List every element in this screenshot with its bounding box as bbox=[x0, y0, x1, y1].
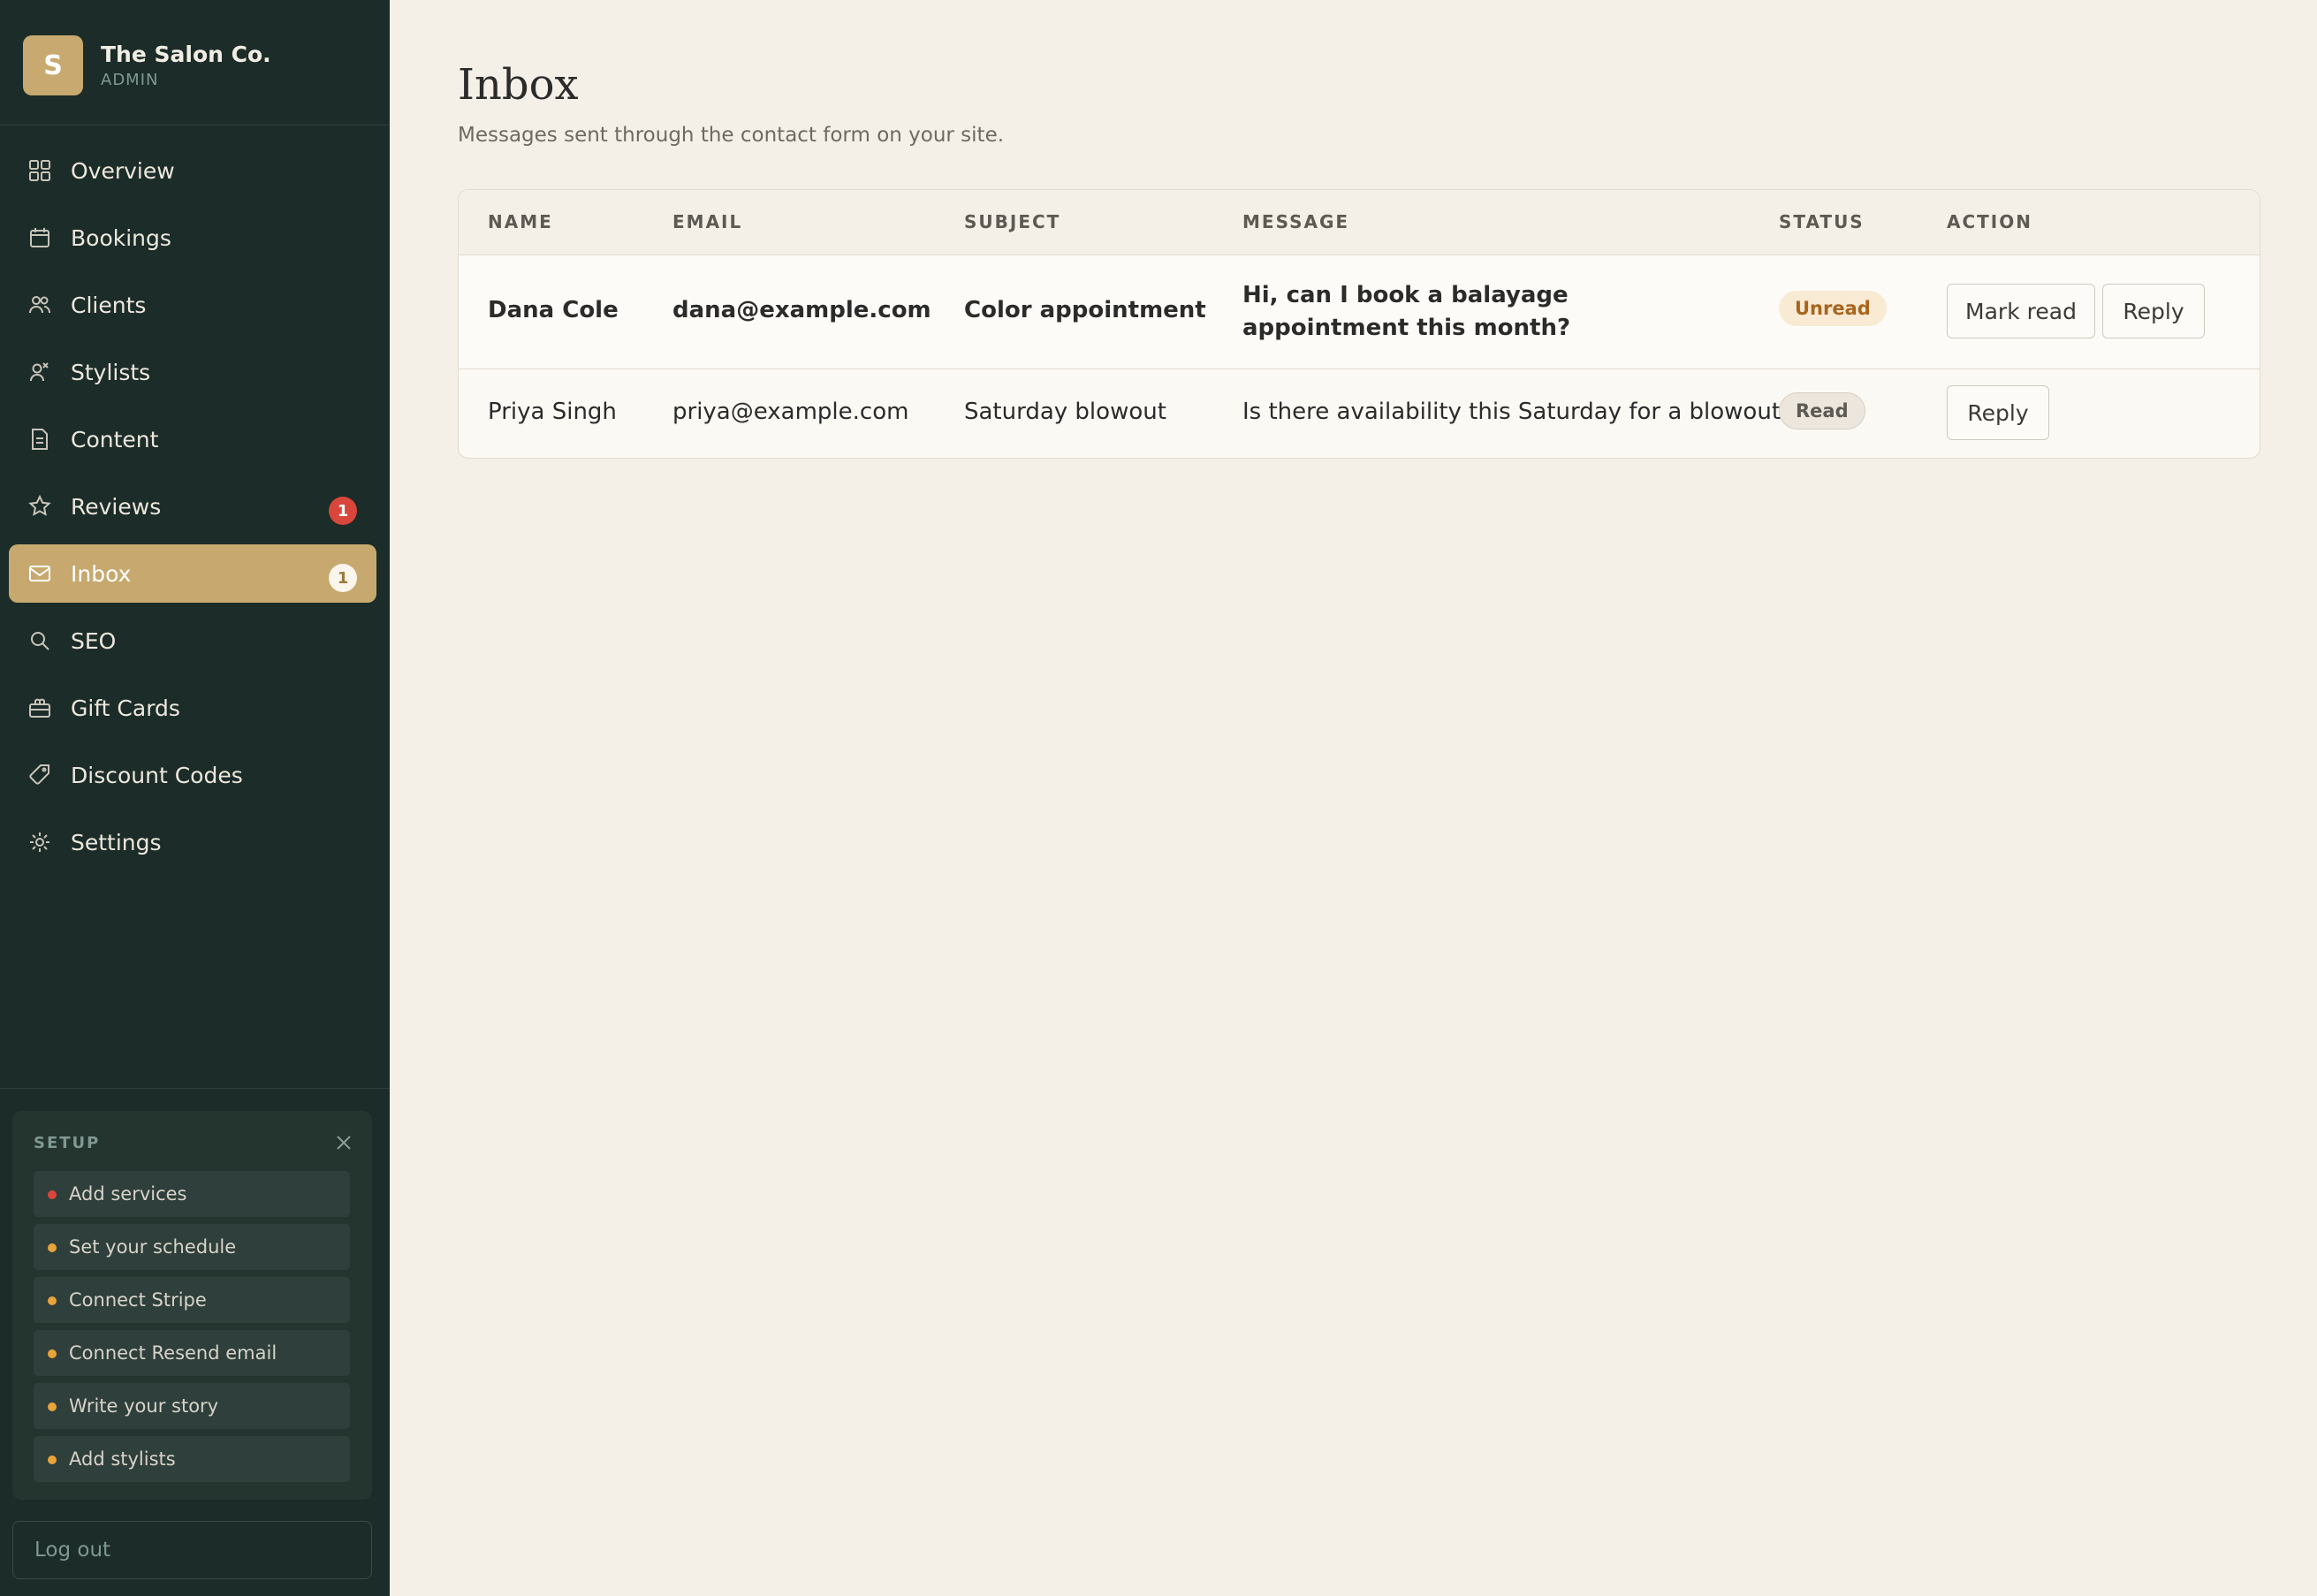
sidebar-item-content[interactable]: Content bbox=[9, 410, 376, 468]
grid-icon bbox=[29, 160, 50, 181]
brand: S The Salon Co. ADMIN bbox=[23, 35, 271, 95]
sidebar-item-settings[interactable]: Settings bbox=[9, 813, 376, 871]
setup-item-connect-stripe[interactable]: Connect Stripe bbox=[34, 1277, 350, 1323]
reply-button[interactable]: Reply bbox=[2102, 284, 2205, 338]
column-header-name: NAME bbox=[488, 211, 553, 232]
sidebar-divider bbox=[0, 1088, 390, 1089]
document-icon bbox=[32, 429, 48, 450]
sidebar-item-bookings[interactable]: Bookings bbox=[9, 209, 376, 267]
search-icon bbox=[31, 632, 49, 650]
sidebar-item-overview[interactable]: Overview bbox=[9, 141, 376, 200]
setup-title: SETUP bbox=[34, 1134, 101, 1152]
sidebar-item-stylists[interactable]: Stylists bbox=[9, 343, 376, 401]
status-dot bbox=[48, 1402, 57, 1411]
star-icon bbox=[28, 495, 51, 516]
sidebar: S The Salon Co. ADMIN Overview Bookings … bbox=[0, 0, 390, 1596]
setup-item-add-stylists[interactable]: Add stylists bbox=[34, 1436, 350, 1482]
sidebar-item-gift-cards[interactable]: Gift Cards bbox=[9, 679, 376, 737]
setup-item-write-story[interactable]: Write your story bbox=[34, 1383, 350, 1429]
gear-icon bbox=[30, 832, 49, 852]
reply-button[interactable]: Reply bbox=[1947, 385, 2049, 440]
sidebar-item-label: Inbox bbox=[71, 560, 132, 587]
setup-checklist: SETUP Add services Set your schedule Con… bbox=[12, 1111, 372, 1500]
sidebar-item-reviews[interactable]: Reviews 1 bbox=[9, 477, 376, 536]
column-header-email: EMAIL bbox=[672, 211, 743, 232]
sidebar-item-label: Reviews bbox=[71, 493, 162, 520]
sidebar-item-label: Content bbox=[71, 426, 159, 452]
sender-name: Priya Singh bbox=[488, 399, 617, 425]
sidebar-item-label: Stylists bbox=[71, 359, 151, 385]
sidebar-item-clients[interactable]: Clients bbox=[9, 276, 376, 334]
status-badge-read: Read bbox=[1779, 392, 1865, 429]
sidebar-item-label: Gift Cards bbox=[71, 695, 180, 721]
brand-logo: S bbox=[23, 35, 83, 95]
sidebar-item-label: SEO bbox=[71, 627, 117, 654]
sender-email: dana@example.com bbox=[672, 297, 931, 323]
column-header-action: ACTION bbox=[1947, 211, 2032, 232]
setup-item-set-schedule[interactable]: Set your schedule bbox=[34, 1224, 350, 1270]
sender-email: priya@example.com bbox=[672, 399, 909, 425]
page-title: Inbox bbox=[458, 60, 579, 110]
mail-icon bbox=[29, 566, 50, 581]
gift-icon bbox=[29, 698, 50, 718]
column-header-message: MESSAGE bbox=[1242, 211, 1350, 232]
message-body: Is there availability this Saturday for … bbox=[1242, 399, 1793, 425]
sidebar-nav: Overview Bookings Clients Stylists Conte… bbox=[9, 141, 376, 880]
sidebar-item-label: Bookings bbox=[71, 224, 171, 251]
sidebar-item-label: Clients bbox=[71, 292, 147, 318]
status-dot bbox=[48, 1349, 57, 1358]
message-body: Hi, can I book a balayage appointment th… bbox=[1242, 282, 1571, 341]
calendar-icon bbox=[30, 228, 49, 247]
setup-item-connect-resend[interactable]: Connect Resend email bbox=[34, 1330, 350, 1376]
mark-read-button[interactable]: Mark read bbox=[1947, 284, 2095, 338]
inbox-count-badge: 1 bbox=[329, 564, 357, 592]
status-badge-unread: Unread bbox=[1779, 291, 1887, 326]
table-row[interactable]: Priya Singh priya@example.com Saturday b… bbox=[459, 369, 2260, 458]
tag-icon bbox=[29, 764, 49, 785]
reviews-count-badge: 1 bbox=[329, 497, 357, 525]
brand-name: The Salon Co. bbox=[101, 42, 271, 67]
page-subtitle: Messages sent through the contact form o… bbox=[458, 124, 1005, 147]
logout-button[interactable]: Log out bbox=[12, 1521, 372, 1579]
setup-item-add-services[interactable]: Add services bbox=[34, 1171, 350, 1217]
message-subject: Saturday blowout bbox=[964, 399, 1166, 425]
sidebar-item-seo[interactable]: SEO bbox=[9, 612, 376, 670]
sidebar-item-inbox[interactable]: Inbox 1 bbox=[9, 544, 376, 603]
column-header-status: STATUS bbox=[1779, 211, 1865, 232]
sender-name: Dana Cole bbox=[488, 297, 619, 323]
users-icon bbox=[29, 296, 50, 314]
messages-table: NAME EMAIL SUBJECT MESSAGE STATUS ACTION… bbox=[458, 189, 2260, 459]
message-subject: Color appointment bbox=[964, 297, 1206, 323]
close-icon[interactable] bbox=[335, 1134, 353, 1151]
table-header: NAME EMAIL SUBJECT MESSAGE STATUS ACTION bbox=[459, 190, 2260, 255]
column-header-subject: SUBJECT bbox=[964, 211, 1061, 232]
table-row[interactable]: Dana Cole dana@example.com Color appoint… bbox=[459, 255, 2260, 369]
status-dot bbox=[48, 1296, 57, 1305]
stylist-icon bbox=[30, 362, 49, 382]
sidebar-item-label: Discount Codes bbox=[71, 762, 243, 788]
status-dot bbox=[48, 1455, 57, 1464]
status-dot bbox=[48, 1190, 57, 1199]
brand-role: ADMIN bbox=[101, 71, 159, 89]
sidebar-item-discount-codes[interactable]: Discount Codes bbox=[9, 746, 376, 804]
sidebar-item-label: Overview bbox=[71, 157, 175, 184]
status-dot bbox=[48, 1243, 57, 1252]
sidebar-item-label: Settings bbox=[71, 829, 162, 855]
